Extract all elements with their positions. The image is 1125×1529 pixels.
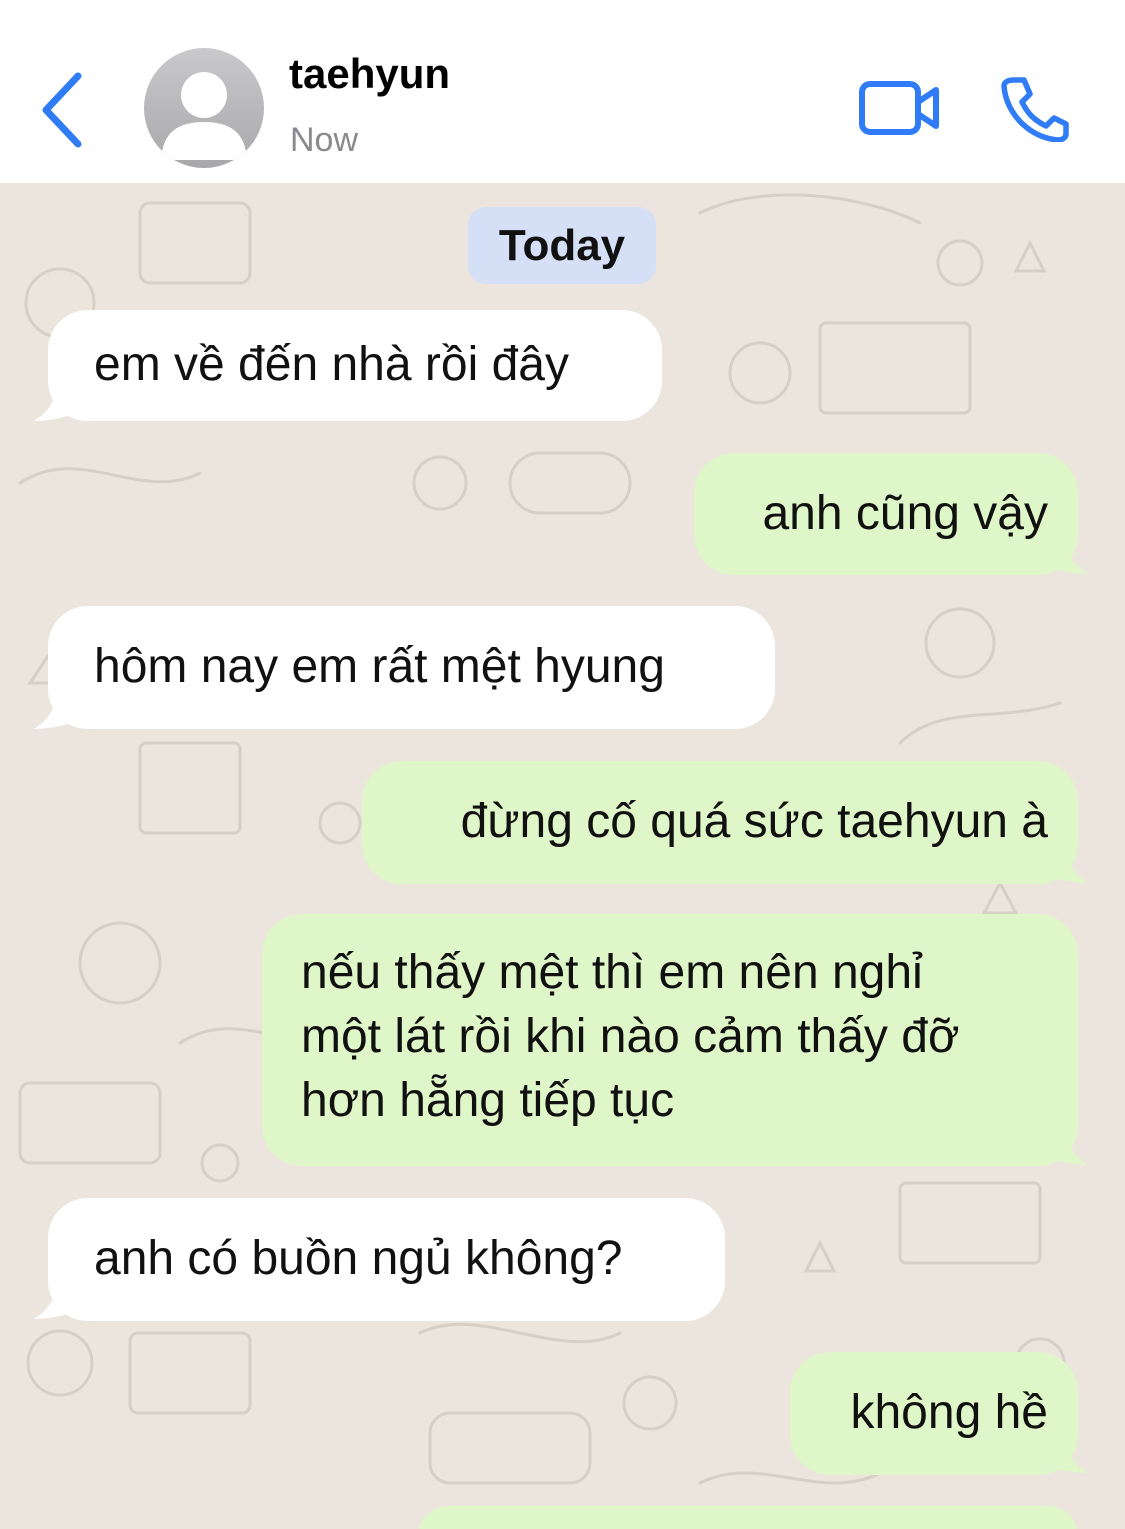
- phone-icon[interactable]: [1000, 76, 1070, 142]
- person-icon: [162, 72, 246, 160]
- date-separator: Today: [468, 207, 656, 284]
- avatar[interactable]: [144, 48, 264, 168]
- message-text: đừng cố quá sức taehyun à: [460, 795, 1048, 848]
- message-bubble-outgoing[interactable]: anh cũng vậy: [694, 453, 1078, 575]
- chat-header: taehyun Now: [0, 0, 1125, 183]
- message-text: anh cũng vậy: [762, 487, 1048, 540]
- message-bubble-incoming[interactable]: hôm nay em rất mệt hyung: [48, 606, 775, 729]
- message-text: anh có buồn ngủ không?: [94, 1232, 623, 1285]
- contact-status: Now: [290, 121, 359, 159]
- message-text: không hề: [850, 1386, 1048, 1439]
- message-text-line: một lát rồi khi nào cảm thấy đỡ: [301, 1010, 960, 1063]
- video-camera-icon[interactable]: [858, 78, 942, 138]
- message-text: hôm nay em rất mệt hyung: [94, 640, 665, 693]
- contact-name[interactable]: taehyun: [289, 50, 450, 98]
- message-text: em về đến nhà rồi đây: [94, 338, 569, 391]
- chevron-left-icon[interactable]: [38, 70, 88, 150]
- chat-area[interactable]: Today em về đến nhà rồi đây anh cũng vậy…: [0, 183, 1125, 1529]
- message-bubble-outgoing[interactable]: nếu thấy mệt thì em nên nghỉ một lát rồi…: [262, 914, 1078, 1166]
- message-bubble-outgoing[interactable]: đừng cố quá sức taehyun à: [362, 761, 1078, 884]
- message-bubble-outgoing[interactable]: không hề: [790, 1352, 1078, 1475]
- message-bubble-incoming[interactable]: anh có buồn ngủ không?: [48, 1198, 725, 1321]
- message-bubble-incoming[interactable]: em về đến nhà rồi đây: [48, 310, 662, 421]
- message-text-line: nếu thấy mệt thì em nên nghỉ: [301, 946, 923, 999]
- message-text-line: hơn hẵng tiếp tục: [301, 1074, 675, 1127]
- message-bubble-outgoing-partial[interactable]: [418, 1506, 1078, 1529]
